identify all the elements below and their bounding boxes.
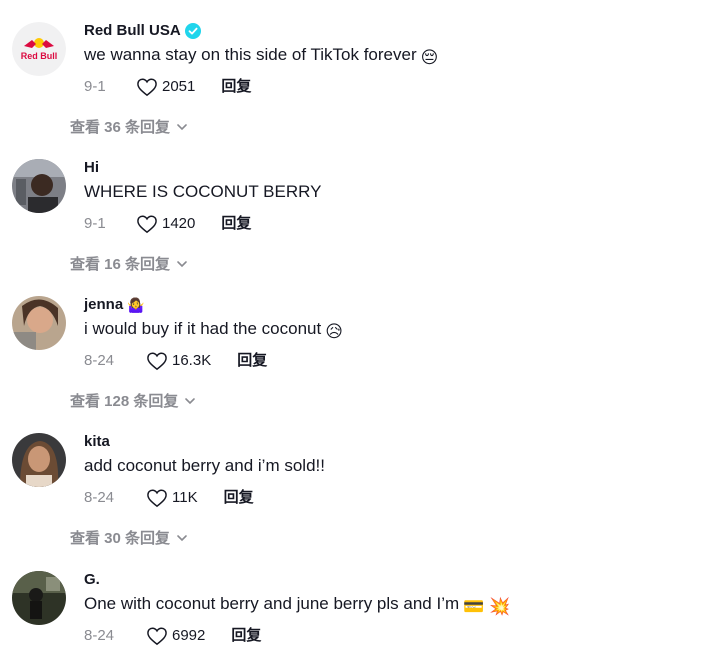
like-button[interactable]: 1420 <box>136 214 195 234</box>
comment-text: we wanna stay on this side of TikTok for… <box>84 44 438 69</box>
avatar-label: Red Bull <box>21 51 58 61</box>
reply-button[interactable]: 回复 <box>231 626 261 646</box>
username[interactable]: Hi <box>84 159 99 177</box>
username-emoji: 🤷‍♀️ <box>127 297 145 313</box>
heart-icon <box>137 78 157 97</box>
comment-meta: 8-24 16.3K 回复 <box>84 351 267 371</box>
like-count: 2051 <box>162 78 196 95</box>
comment-date: 9-1 <box>84 215 106 232</box>
verified-badge-icon <box>184 23 201 39</box>
chevron-down-icon <box>177 534 187 541</box>
heart-icon <box>147 627 167 646</box>
comment-date: 9-1 <box>84 78 106 95</box>
comment-text: One with coconut berry and june berry pl… <box>84 593 510 618</box>
comment-meta: 9-1 1420 回复 <box>84 214 251 234</box>
reply-button[interactable]: 回复 <box>224 488 254 508</box>
username[interactable]: Red Bull USA <box>84 22 201 40</box>
heart-icon <box>147 489 167 508</box>
chevron-down-icon <box>177 123 187 130</box>
comment-date: 8-24 <box>84 489 115 506</box>
like-count: 6992 <box>172 627 206 644</box>
username-text[interactable]: jenna <box>84 296 123 314</box>
view-replies-button[interactable]: 查看 16 条回复 <box>70 253 188 274</box>
reply-button[interactable]: 回复 <box>237 351 267 371</box>
username[interactable]: G. <box>84 571 100 589</box>
user-avatar-icon <box>12 433 66 487</box>
avatar[interactable] <box>12 571 66 625</box>
comment-meta: 8-24 6992 回复 <box>84 626 261 646</box>
comment-meta: 9-1 2051 回复 <box>84 77 251 97</box>
comment-emoji: 😥 <box>325 322 343 341</box>
view-replies-label: 查看 30 条回复 <box>70 530 171 547</box>
reply-button[interactable]: 回复 <box>221 77 251 97</box>
view-replies-label: 查看 36 条回复 <box>70 119 171 136</box>
like-button[interactable]: 16.3K <box>146 351 211 371</box>
comment-text: i would buy if it had the coconut 😥 <box>84 318 343 343</box>
user-avatar-icon <box>12 571 66 625</box>
comment-text-body: One with coconut berry and june berry pl… <box>84 594 460 613</box>
comment-text: add coconut berry and i’m sold!! <box>84 455 325 477</box>
avatar[interactable] <box>12 433 66 487</box>
avatar[interactable]: Red Bull <box>12 22 66 76</box>
view-replies-button[interactable]: 查看 36 条回复 <box>70 116 188 137</box>
like-button[interactable]: 11K <box>146 488 198 508</box>
username[interactable]: kita <box>84 433 110 451</box>
like-count: 1420 <box>162 215 196 232</box>
heart-icon <box>147 352 167 371</box>
comment-date: 8-24 <box>84 627 115 644</box>
chevron-down-icon <box>177 260 187 267</box>
username[interactable]: jenna 🤷‍♀️ <box>84 296 145 314</box>
username-text[interactable]: kita <box>84 433 110 451</box>
comment-emoji: 😔 <box>420 48 439 67</box>
user-avatar-icon <box>12 296 66 350</box>
redbull-logo-icon: Red Bull <box>12 22 66 76</box>
view-replies-button[interactable]: 查看 128 条回复 <box>70 390 196 411</box>
comment-text: WHERE IS COCONUT BERRY <box>84 181 321 203</box>
like-button[interactable]: 6992 <box>146 626 205 646</box>
avatar[interactable] <box>12 296 66 350</box>
like-count: 16.3K <box>172 352 212 369</box>
view-replies-label: 查看 128 条回复 <box>70 393 179 410</box>
comment-emoji: 💳 💥 <box>463 597 511 616</box>
username-text[interactable]: Hi <box>84 159 99 177</box>
comment-date: 8-24 <box>84 352 115 369</box>
view-replies-button[interactable]: 查看 30 条回复 <box>70 527 188 548</box>
comment-text-body: add coconut berry and i’m sold!! <box>84 456 325 475</box>
heart-icon <box>137 215 157 234</box>
reply-button[interactable]: 回复 <box>221 214 251 234</box>
chevron-down-icon <box>185 397 196 404</box>
like-count: 11K <box>172 489 198 506</box>
comment-text-body: i would buy if it had the coconut <box>84 319 322 338</box>
like-button[interactable]: 2051 <box>136 77 195 97</box>
user-avatar-icon <box>12 159 66 213</box>
comment-text-body: WHERE IS COCONUT BERRY <box>84 182 322 201</box>
comment-text-body: we wanna stay on this side of TikTok for… <box>84 45 417 64</box>
username-text[interactable]: G. <box>84 571 100 589</box>
view-replies-label: 查看 16 条回复 <box>70 256 171 273</box>
username-text[interactable]: Red Bull USA <box>84 22 181 40</box>
comment-meta: 8-24 11K 回复 <box>84 488 254 508</box>
avatar[interactable] <box>12 159 66 213</box>
